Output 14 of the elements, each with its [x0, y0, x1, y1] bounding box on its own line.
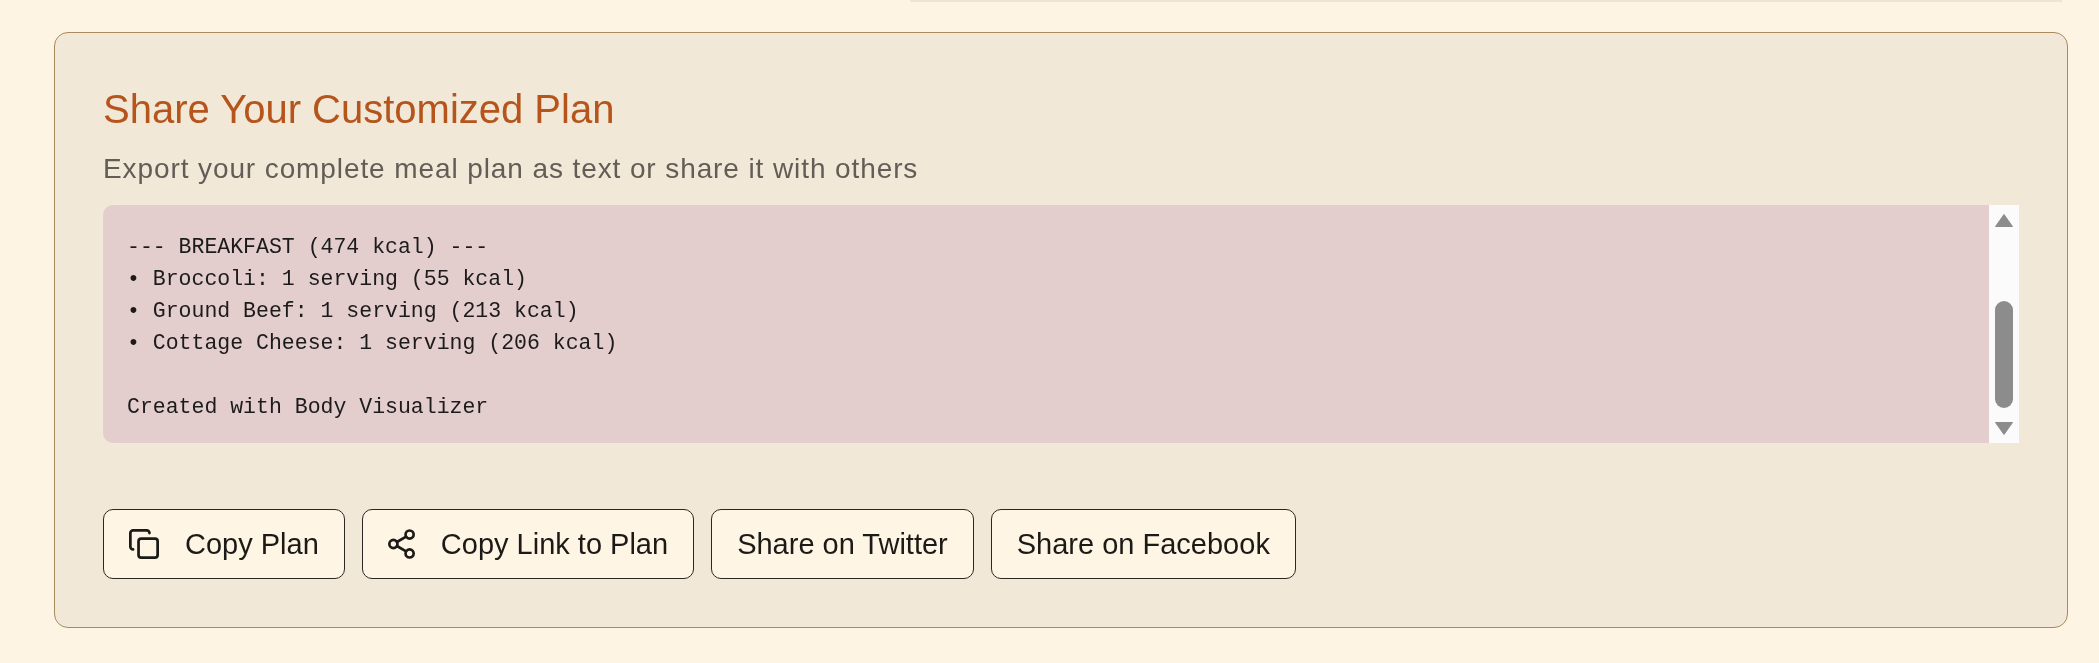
card-title: Share Your Customized Plan — [103, 86, 615, 133]
copy-link-button[interactable]: Copy Link to Plan — [361, 509, 695, 579]
copy-plan-button[interactable]: Copy Plan — [103, 509, 345, 579]
plan-text-area[interactable]: --- BREAKFAST (474 kcal) --- • Broccoli: 1 serving (55 kcal) • Ground Beef: 1 serving (213 kcal) • Cottage Cheese: 1 serving (206 kcal) Created with Body Visualizer — [103, 205, 2019, 443]
share-icon — [387, 529, 415, 559]
share-button[interactable]: Share on Twitter — [711, 509, 974, 579]
share-button[interactable]: Share on Facebook — [990, 509, 1296, 579]
plan-text: --- BREAKFAST (474 kcal) --- • Broccoli: 1 serving (55 kcal) • Ground Beef: 1 serving (213 kcal) • Cottage Cheese: 1 serving (206 kcal) Created with Body Visualizer — [127, 234, 618, 421]
scrollbar-thumb[interactable] — [1995, 301, 2013, 408]
scroll-up-arrow-icon[interactable] — [1995, 214, 2013, 227]
scrollbar[interactable] — [1989, 205, 2019, 443]
scroll-down-arrow-icon[interactable] — [1995, 422, 2013, 435]
copy-icon — [129, 529, 159, 559]
card-subtitle: Export your complete meal plan as text or share it with others — [103, 153, 919, 185]
